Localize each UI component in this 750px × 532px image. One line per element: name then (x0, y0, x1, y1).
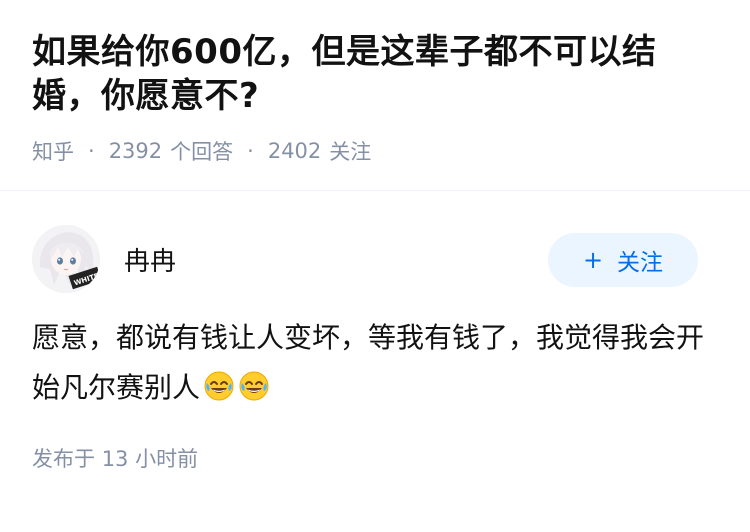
question-title[interactable]: 如果给你600亿，但是这辈子都不可以结婚，你愿意不? (32, 30, 692, 118)
plus-icon: + (582, 246, 604, 274)
time-value: 13 小时前 (101, 447, 199, 471)
avatar[interactable]: WHITE (32, 225, 100, 293)
followers-count: 2402 (267, 139, 322, 163)
divider (0, 190, 750, 191)
answers-count: 2392 (108, 139, 163, 163)
joy-emoji-icon (238, 368, 270, 401)
avatar-illustration: WHITE (32, 225, 100, 293)
follow-button[interactable]: + 关注 (548, 233, 698, 287)
joy-emoji-icon (203, 368, 235, 401)
question-meta: 知乎 · 2392 个回答 · 2402 关注 (32, 136, 718, 166)
meta-separator: · (247, 139, 254, 163)
meta-separator: · (88, 139, 95, 163)
author-name[interactable]: 冉冉 (124, 241, 176, 278)
answer-content: 愿意，都说有钱让人变坏，等我有钱了，我觉得我会开始凡尔赛别人 (32, 313, 712, 413)
answer-card: WHITE 冉冉 + 关注 愿意，都说有钱让人变坏，等我有钱了，我觉得我会开始凡… (0, 225, 750, 473)
source-label[interactable]: 知乎 (32, 136, 74, 166)
followers-label: 关注 (329, 140, 372, 164)
time-prefix: 发布于 (32, 447, 95, 471)
follow-button-label: 关注 (617, 250, 664, 276)
question-header: 如果给你600亿，但是这辈子都不可以结婚，你愿意不? 知乎 · 2392 个回答… (0, 0, 750, 166)
answer-text: 愿意，都说有钱让人变坏，等我有钱了，我觉得我会开始凡尔赛别人 (32, 321, 705, 404)
author-row: WHITE 冉冉 + 关注 (32, 225, 718, 315)
answer-time: 发布于 13 小时前 (32, 443, 718, 473)
answers-label: 个回答 (170, 140, 234, 164)
